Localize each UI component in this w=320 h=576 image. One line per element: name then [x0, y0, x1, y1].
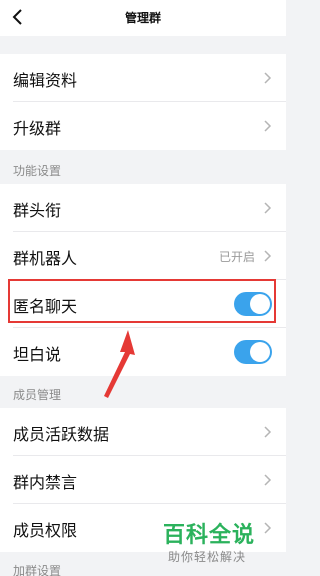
row-label: 升级群: [13, 119, 62, 138]
row-label: 群头衔: [13, 201, 62, 220]
row-label: 坦白说: [13, 345, 62, 364]
group-mute-row[interactable]: 群内禁言: [0, 456, 286, 504]
chevron-right-icon: [264, 120, 272, 132]
section-header-features: 功能设置: [13, 164, 62, 178]
chevron-right-icon: [264, 474, 272, 486]
row-label: 群内禁言: [13, 473, 78, 492]
toggle-knob: [250, 342, 270, 362]
edit-profile-row[interactable]: 编辑资料: [0, 54, 286, 102]
section-header-members: 成员管理: [13, 388, 62, 402]
highlight-box: [8, 279, 276, 323]
group-title-row[interactable]: 群头衔: [0, 184, 286, 232]
row-label: 群机器人: [13, 249, 78, 268]
chevron-right-icon: [264, 202, 272, 214]
page-title: 管理群: [124, 11, 161, 25]
chevron-right-icon: [264, 72, 272, 84]
status-value: 已开启: [218, 250, 255, 264]
member-activity-row[interactable]: 成员活跃数据: [0, 408, 286, 456]
confession-toggle[interactable]: [234, 340, 272, 364]
nav-bar: 管理群: [0, 0, 286, 36]
chevron-right-icon: [264, 522, 272, 534]
row-label: 成员权限: [13, 521, 78, 540]
watermark-slogan: 助你轻松解决: [168, 550, 247, 564]
group-robot-row[interactable]: 群机器人 已开启: [0, 232, 286, 280]
chevron-right-icon: [264, 250, 272, 262]
confession-row: 坦白说: [0, 328, 286, 376]
chevron-right-icon: [264, 426, 272, 438]
row-label: 编辑资料: [13, 71, 78, 90]
upgrade-group-row[interactable]: 升级群: [0, 102, 286, 150]
annotation-arrow-icon: [104, 330, 135, 398]
row-label: 成员活跃数据: [13, 425, 110, 444]
watermark-brand: 百科全说: [163, 523, 256, 548]
section-header-join: 加群设置: [13, 564, 62, 576]
